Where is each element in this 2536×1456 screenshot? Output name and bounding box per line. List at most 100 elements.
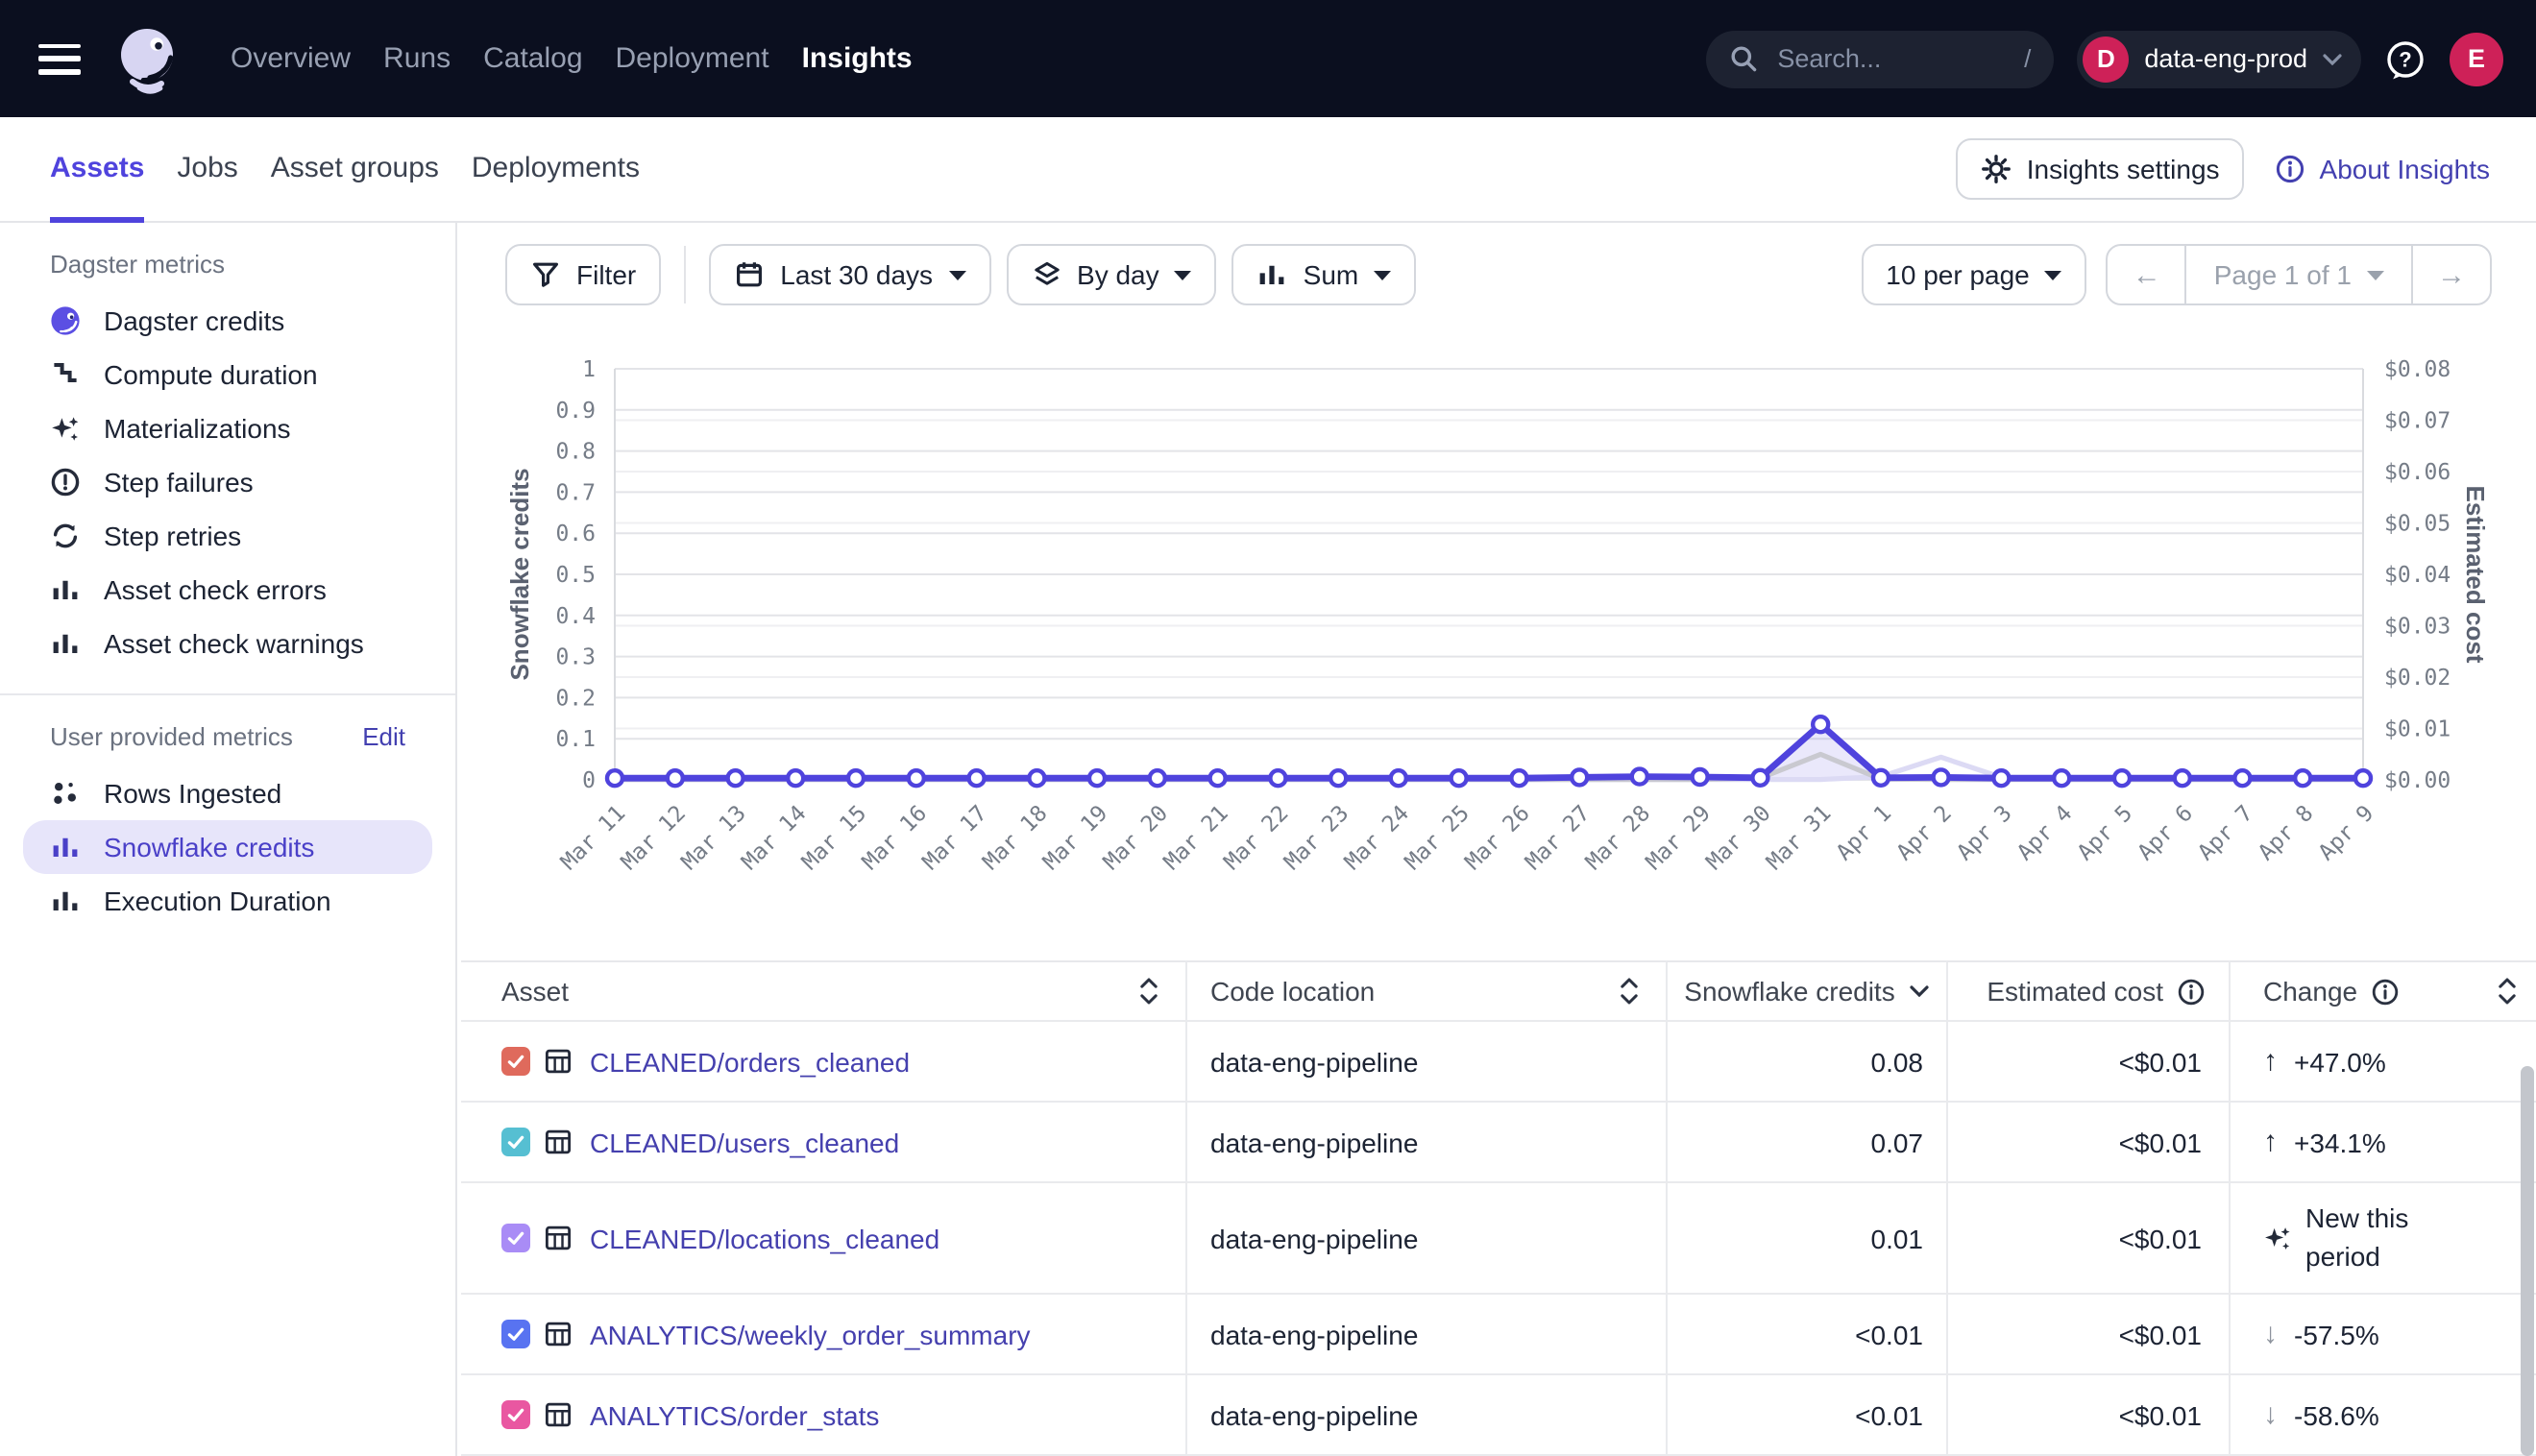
svg-text:$0.08: $0.08: [2384, 357, 2451, 382]
next-page-button[interactable]: →: [2413, 246, 2490, 303]
sidebar-item-label: Snowflake credits: [104, 832, 314, 862]
dagster-logo: [113, 24, 183, 93]
svg-text:Mar 20: Mar 20: [1099, 801, 1173, 875]
sort-icon[interactable]: [1620, 978, 1639, 1005]
nav-item-catalog[interactable]: Catalog: [483, 42, 582, 75]
tab-assets[interactable]: Assets: [50, 116, 144, 222]
prev-page-button[interactable]: ←: [2109, 246, 2185, 303]
check-icon: [505, 1227, 526, 1249]
user-metrics-title: User provided metrics Edit: [0, 695, 455, 766]
sidebar-item-label: Compute duration: [104, 359, 318, 390]
asset-link[interactable]: ANALYTICS/weekly_order_summary: [590, 1319, 1031, 1349]
column-header-estimated-cost[interactable]: Estimated cost: [1946, 960, 2229, 1022]
main-content: Filter Last 30 days By day: [459, 223, 2536, 1456]
svg-text:Mar 13: Mar 13: [677, 801, 751, 875]
snowflake-credits-line-chart: $0.08$0.07$0.06$0.05$0.04$0.03$0.02$0.01…: [505, 336, 2536, 912]
table-row: ANALYTICS/weekly_order_summary: [461, 1295, 1185, 1375]
nav-item-insights[interactable]: Insights: [802, 42, 913, 75]
sidebar-item-compute-duration[interactable]: Compute duration: [0, 348, 455, 401]
about-insights-link[interactable]: About Insights: [2276, 154, 2490, 184]
svg-text:0.2: 0.2: [555, 686, 596, 711]
insights-settings-button[interactable]: Insights settings: [1956, 138, 2245, 200]
asset-link[interactable]: CLEANED/orders_cleaned: [590, 1046, 910, 1077]
nav-item-overview[interactable]: Overview: [231, 42, 351, 75]
nav-item-runs[interactable]: Runs: [383, 42, 451, 75]
tabrow-right-group: Insights settings About Insights: [1956, 138, 2536, 200]
asset-link[interactable]: CLEANED/users_cleaned: [590, 1127, 899, 1157]
svg-text:Mar 17: Mar 17: [918, 801, 992, 875]
edit-metrics-link[interactable]: Edit: [362, 722, 405, 751]
code-location-cell: data-eng-pipeline: [1185, 1295, 1666, 1375]
sidebar-item-execution-duration[interactable]: Execution Duration: [0, 874, 455, 928]
arrow-down-icon: ↓: [2263, 1398, 2294, 1431]
sort-icon[interactable]: [1139, 978, 1158, 1005]
check-icon: [505, 1131, 526, 1153]
per-page-button[interactable]: 10 per page: [1861, 244, 2086, 305]
org-switcher[interactable]: D data-eng-prod: [2077, 30, 2361, 87]
dagster-metrics-title: Dagster metrics: [0, 223, 455, 294]
sidebar-item-asset-check-errors[interactable]: Asset check errors: [0, 563, 455, 617]
svg-text:Mar 19: Mar 19: [1038, 801, 1112, 875]
credits-cell: <0.01: [1666, 1295, 1946, 1375]
sidebar-item-label: Asset check warnings: [104, 628, 364, 659]
svg-text:$0.01: $0.01: [2384, 717, 2451, 742]
tab-deployments[interactable]: Deployments: [472, 116, 640, 222]
search-box[interactable]: /: [1706, 30, 2054, 87]
svg-text:0: 0: [582, 768, 596, 793]
nav-item-deployment[interactable]: Deployment: [616, 42, 769, 75]
column-header-code-location[interactable]: Code location: [1185, 960, 1666, 1022]
caret-down-icon: [2367, 270, 2384, 279]
column-header-change[interactable]: Change: [2229, 960, 2536, 1022]
code-location-cell: data-eng-pipeline: [1185, 1022, 1666, 1103]
sidebar-item-snowflake-credits[interactable]: Snowflake credits: [23, 820, 432, 874]
svg-text:Mar 31: Mar 31: [1762, 801, 1836, 875]
user-avatar[interactable]: E: [2450, 32, 2503, 85]
row-checkbox[interactable]: [501, 1400, 530, 1429]
aggregation-button[interactable]: Sum: [1232, 244, 1417, 305]
sidebar-item-step-retries[interactable]: Step retries: [0, 509, 455, 563]
search-shortcut-hint: /: [2024, 44, 2031, 73]
svg-text:0.3: 0.3: [555, 645, 596, 670]
sidebar-item-dagster-credits[interactable]: Dagster credits: [0, 294, 455, 348]
hamburger-menu-icon[interactable]: [38, 43, 81, 74]
cost-cell: <$0.01: [1946, 1375, 2229, 1456]
tab-asset-groups[interactable]: Asset groups: [271, 116, 439, 222]
svg-text:Estimated cost: Estimated cost: [2461, 486, 2490, 664]
sidebar-item-materializations[interactable]: Materializations: [0, 401, 455, 455]
row-checkbox[interactable]: [501, 1320, 530, 1348]
row-checkbox[interactable]: [501, 1128, 530, 1156]
row-checkbox[interactable]: [501, 1047, 530, 1076]
asset-link[interactable]: CLEANED/locations_cleaned: [590, 1223, 939, 1253]
insights-tab-bar: Assets Jobs Asset groups Deployments Ins…: [0, 117, 2536, 223]
svg-text:$0.05: $0.05: [2384, 512, 2451, 537]
sidebar-item-rows-ingested[interactable]: Rows Ingested: [0, 766, 455, 820]
svg-text:Apr 4: Apr 4: [2012, 801, 2077, 865]
filter-button[interactable]: Filter: [505, 244, 661, 305]
row-checkbox[interactable]: [501, 1224, 530, 1252]
caret-down-icon: [1374, 270, 1391, 279]
group-by-button[interactable]: By day: [1006, 244, 1217, 305]
sidebar-item-step-failures[interactable]: Step failures: [0, 455, 455, 509]
tab-jobs[interactable]: Jobs: [177, 116, 237, 222]
about-insights-label: About Insights: [2320, 154, 2490, 184]
column-header-asset[interactable]: Asset: [461, 960, 1185, 1022]
scrollbar-thumb[interactable]: [2521, 1066, 2534, 1456]
help-button[interactable]: ?: [2384, 37, 2426, 80]
column-header-snowflake-credits[interactable]: Snowflake credits: [1666, 960, 1946, 1022]
credits-cell: <0.01: [1666, 1375, 1946, 1456]
sidebar-item-label: Step failures: [104, 467, 254, 497]
sidebar-item-asset-check-warnings[interactable]: Asset check warnings: [0, 617, 455, 670]
cost-cell: <$0.01: [1946, 1183, 2229, 1295]
asset-link[interactable]: ANALYTICS/order_stats: [590, 1399, 879, 1430]
sort-icon[interactable]: [2498, 978, 2517, 1005]
svg-text:Apr 9: Apr 9: [2314, 801, 2378, 865]
svg-text:0.9: 0.9: [555, 399, 596, 424]
date-range-button[interactable]: Last 30 days: [709, 244, 990, 305]
search-input[interactable]: [1773, 42, 1985, 75]
svg-text:$0.06: $0.06: [2384, 460, 2451, 485]
tabs: Assets Jobs Asset groups Deployments: [50, 116, 640, 222]
date-range-label: Last 30 days: [780, 259, 933, 290]
sidebar-item-label: Asset check errors: [104, 574, 327, 605]
page-indicator[interactable]: Page 1 of 1: [2185, 246, 2413, 303]
sidebar-item-label: Step retries: [104, 521, 241, 551]
